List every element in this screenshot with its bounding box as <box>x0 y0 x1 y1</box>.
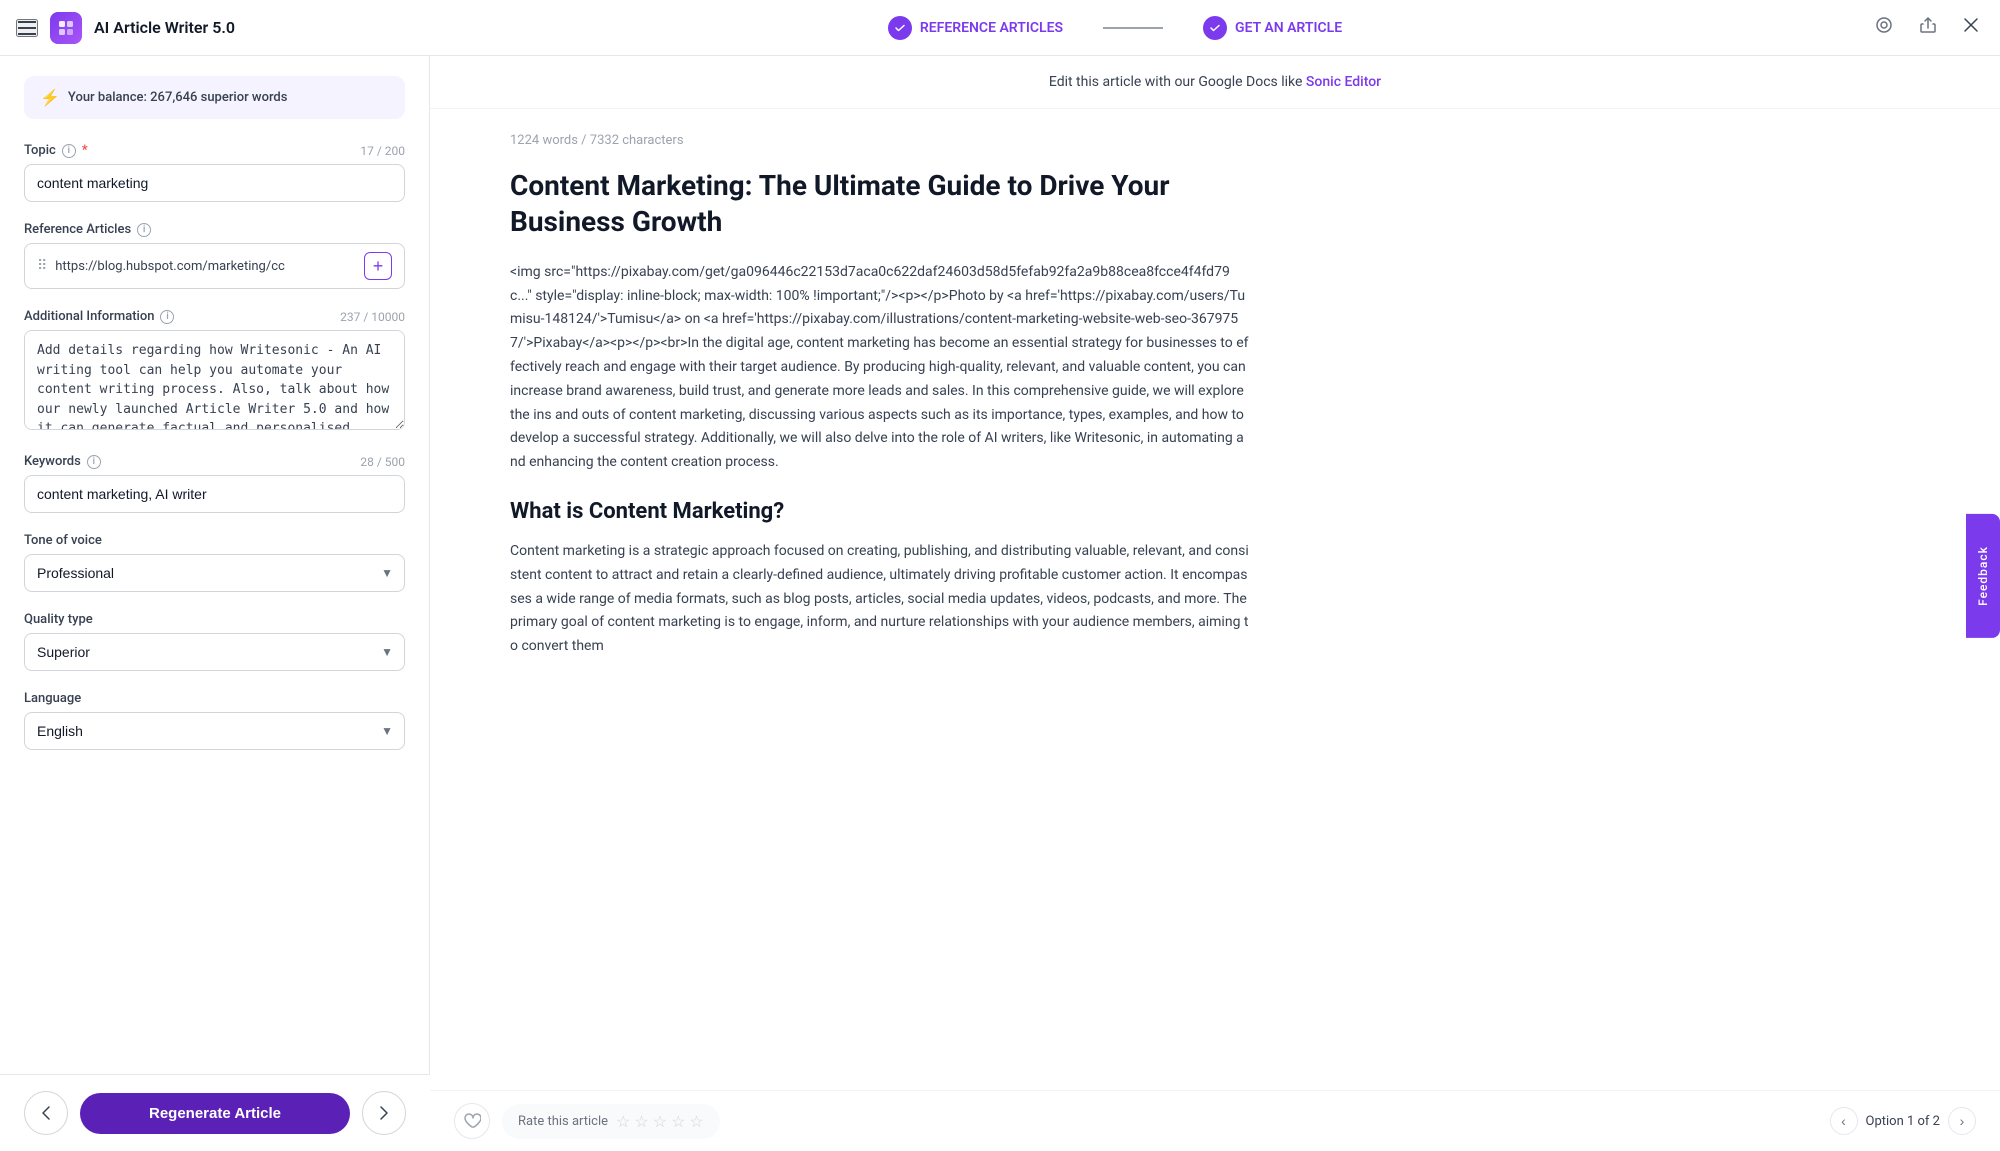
feedback-tab-wrapper[interactable]: Feedback <box>1966 514 2000 638</box>
article-section2-title: What is Content Marketing? <box>510 499 1250 524</box>
star-1[interactable]: ☆ <box>616 1112 630 1131</box>
option-prev-button[interactable]: ‹ <box>1830 1107 1858 1135</box>
header: AI Article Writer 5.0 REFERENCE ARTICLES… <box>0 0 2000 56</box>
keywords-group: Keywords i 28 / 500 <box>24 454 405 513</box>
additional-info-textarea[interactable]: Add details regarding how Writesonic - A… <box>24 330 405 430</box>
content-bottom-bar: Rate this article ☆ ☆ ☆ ☆ ☆ ‹ Option 1 o… <box>430 1090 2000 1151</box>
sonic-bar-text: Edit this article with our Google Docs l… <box>1049 74 1303 90</box>
logo-icon <box>50 12 82 44</box>
close-button[interactable] <box>1958 12 1984 43</box>
header-center: REFERENCE ARTICLES GET AN ARTICLE <box>446 16 1784 40</box>
language-wrapper: English ▼ <box>24 712 405 750</box>
sidebar: ⚡ Your balance: 267,646 superior words T… <box>0 56 430 1151</box>
step-get-article[interactable]: GET AN ARTICLE <box>1203 16 1342 40</box>
star-5[interactable]: ☆ <box>689 1112 703 1131</box>
tone-of-voice-group: Tone of voice Professional Casual Formal… <box>24 533 405 592</box>
balance-text: Your balance: 267,646 superior words <box>68 90 288 105</box>
step-get-article-label: GET AN ARTICLE <box>1235 20 1342 36</box>
rate-section: Rate this article ☆ ☆ ☆ ☆ ☆ <box>502 1104 720 1139</box>
sonic-editor-link[interactable]: Sonic Editor <box>1306 74 1381 90</box>
settings-button[interactable] <box>1870 11 1898 44</box>
word-count: 1224 words / 7332 characters <box>510 133 1250 148</box>
content-area: Edit this article with our Google Docs l… <box>430 56 2000 1151</box>
feedback-tab[interactable]: Feedback <box>1966 514 2000 638</box>
language-group: Language English ▼ <box>24 691 405 750</box>
menu-button[interactable] <box>16 19 38 37</box>
main-layout: ⚡ Your balance: 267,646 superior words T… <box>0 56 2000 1151</box>
topic-group: Topic i * 17 / 200 <box>24 143 405 202</box>
reference-articles-group: Reference Articles i ⠿ https://blog.hubs… <box>24 222 405 289</box>
language-select[interactable]: English <box>24 712 405 750</box>
topic-input[interactable] <box>24 164 405 202</box>
regenerate-article-button[interactable]: Regenerate Article <box>80 1093 350 1134</box>
step-get-article-icon <box>1203 16 1227 40</box>
additional-info-char-count: 237 / 10000 <box>340 310 405 324</box>
keywords-info-icon[interactable]: i <box>87 455 101 469</box>
keywords-input[interactable] <box>24 475 405 513</box>
star-3[interactable]: ☆ <box>653 1112 667 1131</box>
quality-type-group: Quality type Superior Premium Good ▼ <box>24 612 405 671</box>
topic-label: Topic i * 17 / 200 <box>24 143 405 158</box>
step-connector <box>1103 27 1163 29</box>
header-left: AI Article Writer 5.0 <box>16 12 446 44</box>
star-4[interactable]: ☆ <box>671 1112 685 1131</box>
option-label: Option 1 of 2 <box>1866 1114 1940 1129</box>
additional-info-icon[interactable]: i <box>160 310 174 324</box>
step-reference-articles[interactable]: REFERENCE ARTICLES <box>888 16 1063 40</box>
article-intro-text: <img src="https://pixabay.com/get/ga0964… <box>510 261 1250 475</box>
sidebar-footer: Regenerate Article <box>0 1074 430 1151</box>
balance-card: ⚡ Your balance: 267,646 superior words <box>24 76 405 119</box>
app-title: AI Article Writer 5.0 <box>94 18 235 37</box>
sonic-editor-bar: Edit this article with our Google Docs l… <box>430 56 2000 109</box>
rate-label: Rate this article <box>518 1114 608 1129</box>
drag-handle-icon[interactable]: ⠿ <box>37 258 47 274</box>
next-button[interactable] <box>362 1091 406 1135</box>
additional-info-label: Additional Information i 237 / 10000 <box>24 309 405 324</box>
tone-of-voice-select[interactable]: Professional Casual Formal Friendly Witt… <box>24 554 405 592</box>
topic-info-icon[interactable]: i <box>62 144 76 158</box>
tone-of-voice-wrapper: Professional Casual Formal Friendly Witt… <box>24 554 405 592</box>
additional-info-group: Additional Information i 237 / 10000 Add… <box>24 309 405 434</box>
option-nav: ‹ Option 1 of 2 › <box>1830 1107 1976 1135</box>
back-button[interactable] <box>24 1091 68 1135</box>
reference-url: https://blog.hubspot.com/marketing/cc <box>55 259 356 274</box>
quality-type-select[interactable]: Superior Premium Good <box>24 633 405 671</box>
reference-articles-info-icon[interactable]: i <box>137 223 151 237</box>
step-reference-articles-icon <box>888 16 912 40</box>
language-label: Language <box>24 691 405 706</box>
share-button[interactable] <box>1914 11 1942 44</box>
quality-type-wrapper: Superior Premium Good ▼ <box>24 633 405 671</box>
keywords-char-count: 28 / 500 <box>360 455 405 469</box>
add-reference-button[interactable]: + <box>364 252 392 280</box>
tone-of-voice-label: Tone of voice <box>24 533 405 548</box>
reference-articles-label: Reference Articles i <box>24 222 405 237</box>
article-section2-text: Content marketing is a strategic approac… <box>510 540 1250 659</box>
heart-button[interactable] <box>454 1103 490 1139</box>
reference-article-row: ⠿ https://blog.hubspot.com/marketing/cc … <box>24 243 405 289</box>
stars-container[interactable]: ☆ ☆ ☆ ☆ ☆ <box>616 1112 704 1131</box>
article-title: Content Marketing: The Ultimate Guide to… <box>510 168 1250 241</box>
quality-type-label: Quality type <box>24 612 405 627</box>
option-next-button[interactable]: › <box>1948 1107 1976 1135</box>
balance-icon: ⚡ <box>40 88 60 107</box>
keywords-label: Keywords i 28 / 500 <box>24 454 405 469</box>
article-body: 1224 words / 7332 characters Content Mar… <box>430 109 1330 803</box>
step-reference-articles-label: REFERENCE ARTICLES <box>920 20 1063 36</box>
header-right <box>1784 11 1984 44</box>
topic-char-count: 17 / 200 <box>360 144 405 158</box>
star-2[interactable]: ☆ <box>634 1112 648 1131</box>
